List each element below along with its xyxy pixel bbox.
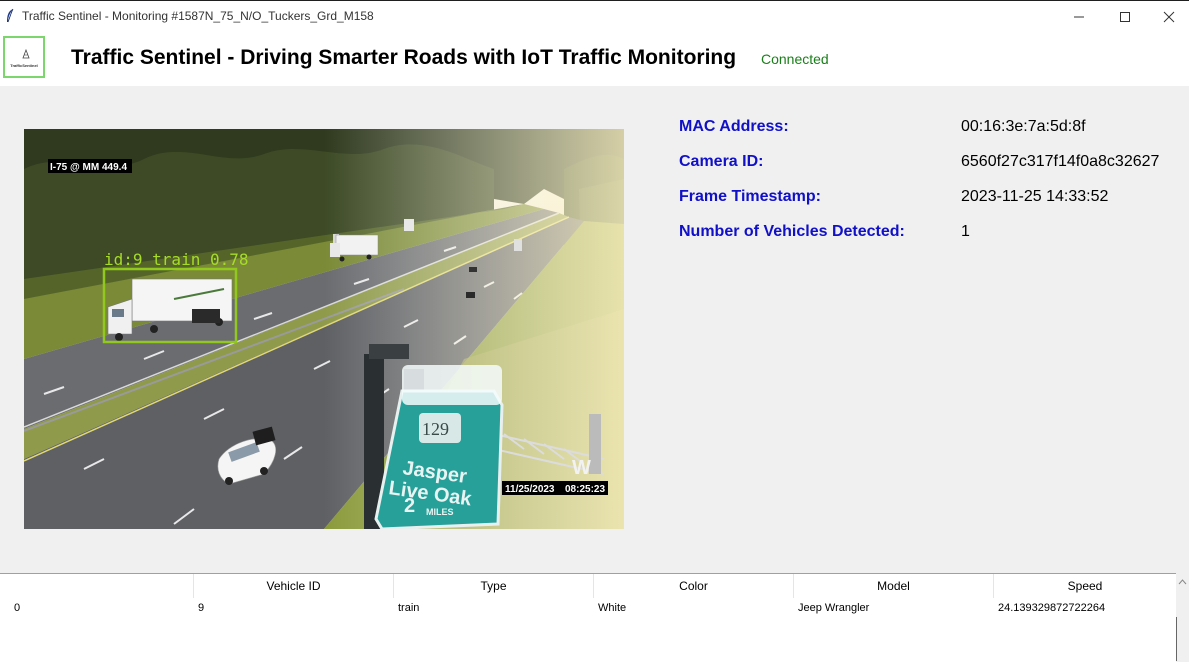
camera-overlay-date: 11/25/2023 [505, 484, 555, 495]
connection-status: Connected [761, 51, 829, 67]
maximize-icon [1120, 12, 1130, 22]
table-cell-type: train [398, 602, 420, 614]
vehicles-detected-label: Number of Vehicles Detected: [679, 223, 905, 240]
minimize-button[interactable] [1056, 1, 1102, 31]
window-titlebar: Traffic Sentinel - Monitoring #1587N_75_… [0, 0, 1189, 31]
scroll-up-icon[interactable] [1176, 575, 1189, 589]
frame-timestamp-label: Frame Timestamp: [679, 188, 821, 205]
sign-line-3-unit: MILES [426, 507, 454, 517]
camera-image: id:9 train 0.78 129 Jasper Live Oak 2 MI… [24, 129, 624, 529]
camera-overlay-time: 08:25:23 [565, 484, 605, 495]
vehicles-table: Vehicle ID Type Color Model Speed 0 9 tr… [0, 573, 1176, 662]
close-button[interactable] [1146, 1, 1189, 31]
table-scrollbar[interactable] [1176, 573, 1189, 661]
feather-icon [7, 8, 14, 23]
table-header-speed[interactable]: Speed [994, 574, 1176, 598]
table-header-type[interactable]: Type [394, 574, 594, 598]
table-cell-vehicle-id: 9 [198, 602, 205, 614]
camera-id-value: 6560f27c317f14f0a8c32627 [961, 153, 1160, 170]
frame-timestamp-value: 2023-11-25 14:33:52 [961, 188, 1109, 205]
minimize-icon [1074, 16, 1084, 18]
scrollbar-track-line [1176, 617, 1177, 661]
table-cell-model: Jeep Wrangler [798, 602, 870, 614]
app-header: TrafficSentinel Traffic Sentinel - Drivi… [0, 31, 1189, 86]
app-heading: Traffic Sentinel - Driving Smarter Roads… [71, 46, 737, 69]
table-header-index[interactable] [0, 574, 194, 598]
app-logo: TrafficSentinel [3, 36, 45, 78]
camera-id-label: Camera ID: [679, 153, 764, 170]
logo-text: TrafficSentinel [10, 63, 38, 68]
camera-location-label: I-75 @ MM 449.4 [50, 162, 127, 173]
window-title: Traffic Sentinel - Monitoring #1587N_75_… [22, 9, 374, 23]
fdot-logo-mark: W [572, 457, 591, 479]
close-icon [1163, 11, 1175, 23]
mac-address-value: 00:16:3e:7a:5d:8f [961, 118, 1086, 135]
maximize-button[interactable] [1102, 1, 1148, 31]
camera-frame: id:9 train 0.78 129 Jasper Live Oak 2 MI… [24, 129, 624, 529]
traffic-cone-icon [22, 49, 30, 59]
mac-address-label: MAC Address: [679, 118, 789, 135]
sign-line-3: 2 [404, 495, 415, 517]
detection-label: id:9 train 0.78 [104, 250, 249, 269]
table-cell-speed: 24.139329872722264 [998, 602, 1106, 614]
table-header-color[interactable]: Color [594, 574, 794, 598]
sign-number: 129 [422, 419, 449, 439]
table-cell-index: 0 [14, 602, 21, 614]
table-cell-color: White [598, 602, 627, 614]
vehicles-detected-value: 1 [961, 223, 970, 240]
table-header-model[interactable]: Model [794, 574, 994, 598]
table-header-vehicle-id[interactable]: Vehicle ID [194, 574, 394, 598]
